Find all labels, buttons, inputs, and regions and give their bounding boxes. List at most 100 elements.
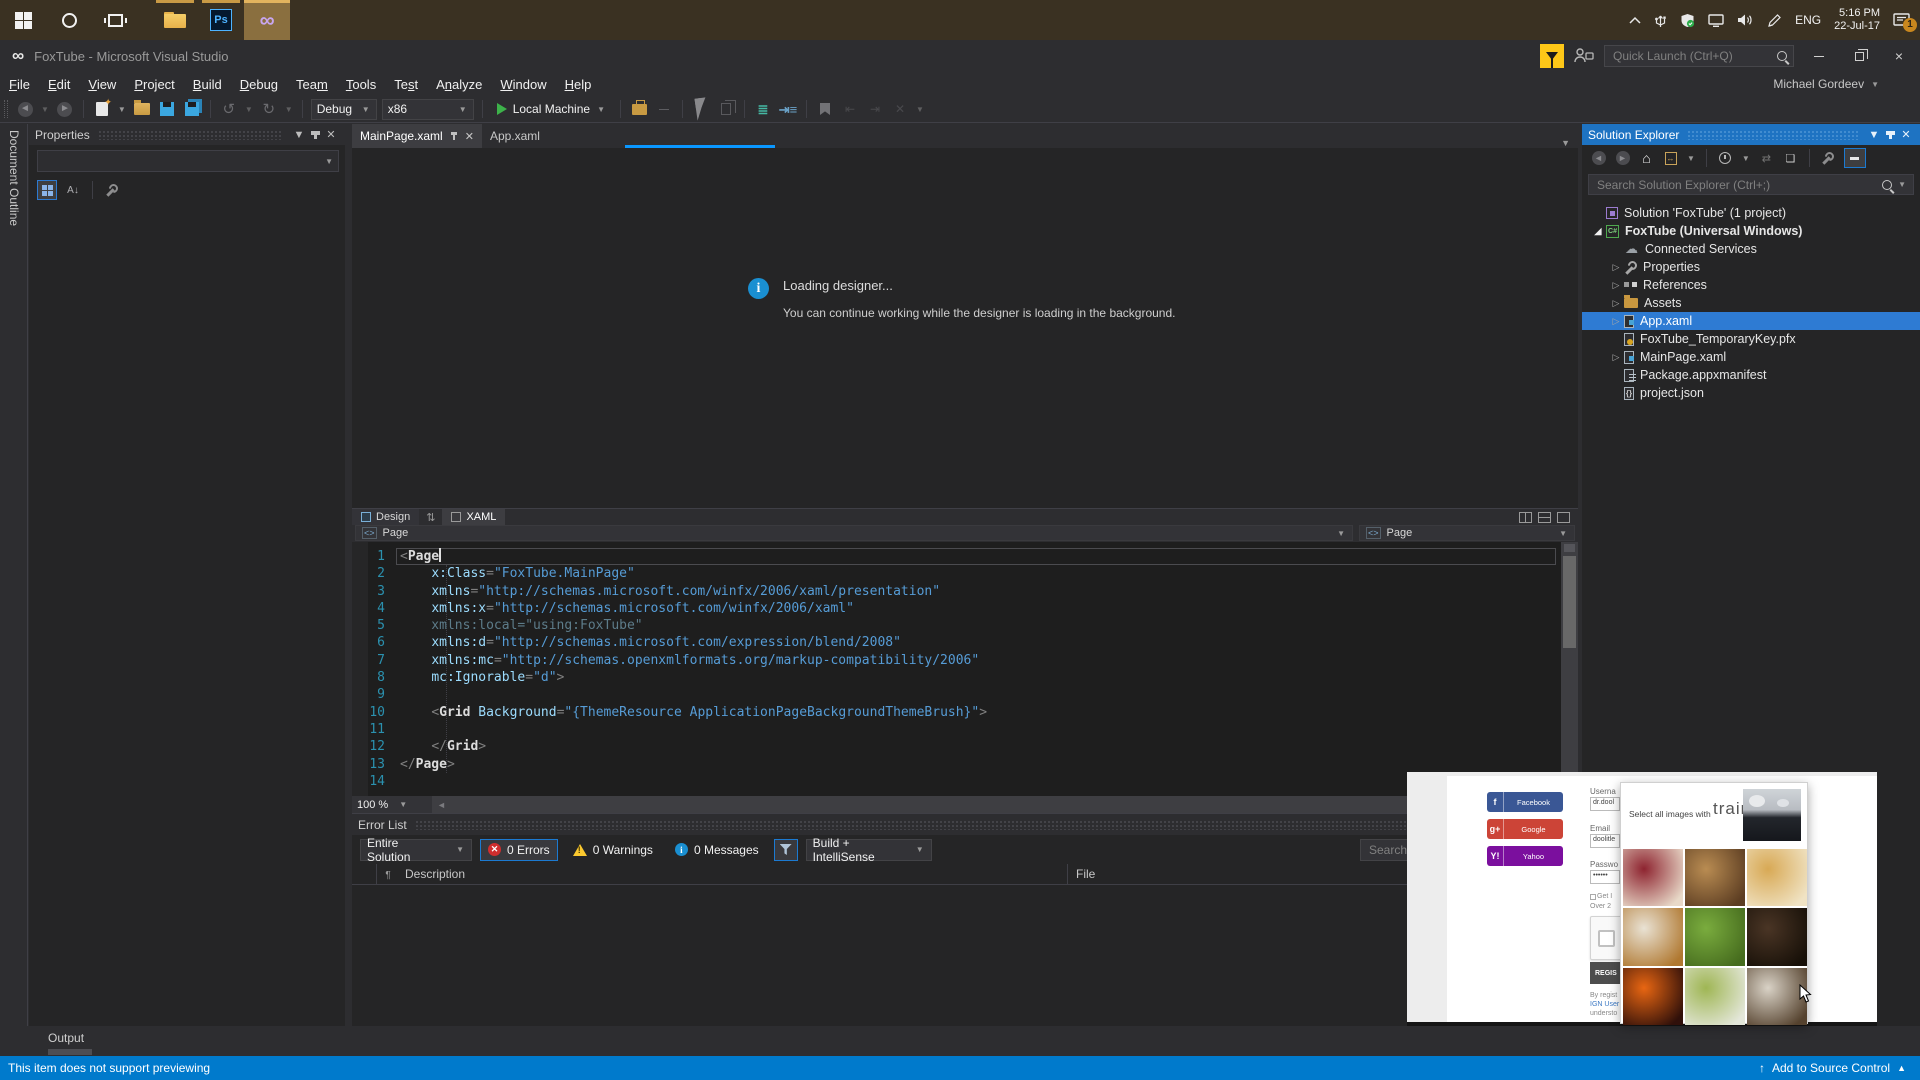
legal-link[interactable]: IGN User [1590, 1001, 1619, 1008]
chevron-down-icon[interactable]: ▼ [117, 105, 127, 114]
feedback-flag-button[interactable] [1540, 44, 1564, 68]
copy-markup-button[interactable] [716, 99, 736, 119]
pin-icon[interactable] [450, 132, 458, 140]
email-field[interactable]: doolitle [1590, 834, 1620, 848]
xaml-code-editor[interactable]: 1 <Page 2 x:Class="FoxTube.MainPage" 3 xmln… [352, 542, 1578, 796]
minimize-button[interactable] [1804, 44, 1834, 68]
default-order-icon[interactable]: ¶ [385, 870, 390, 881]
format-selection-button[interactable]: ⇥≡ [778, 99, 798, 119]
expander-collapsed-icon[interactable]: ▷ [1608, 352, 1624, 363]
close-button[interactable]: × [1884, 44, 1914, 68]
code-line-4[interactable]: 4 xmlns:x="http://schemas.microsoft.com/… [352, 600, 1556, 617]
expander-collapsed-icon[interactable]: ▷ [1608, 280, 1624, 291]
errors-filter-button[interactable]: ✕ 0 Errors [480, 838, 558, 861]
chevron-down-icon[interactable]: ▼ [40, 105, 50, 114]
menu-team[interactable]: Team [287, 74, 337, 95]
tree-item-mainpage-xaml[interactable]: ▷ MainPage.xaml [1582, 348, 1920, 366]
warnings-filter-button[interactable]: 0 Warnings [566, 839, 660, 861]
error-source-dropdown[interactable]: Build + IntelliSense ▼ [805, 836, 932, 864]
toolbox-button[interactable] [629, 99, 649, 119]
menu-project[interactable]: Project [125, 74, 183, 95]
menu-analyze[interactable]: Analyze [427, 74, 491, 95]
tree-item-foxtube-temporarykey-pfx[interactable]: FoxTube_TemporaryKey.pfx [1582, 330, 1920, 348]
volume-icon[interactable] [1737, 13, 1754, 27]
messages-filter-button[interactable]: i 0 Messages [668, 839, 766, 861]
column-file[interactable]: File [1068, 867, 1095, 881]
filter-button[interactable] [773, 838, 798, 861]
close-icon[interactable]: ✕ [323, 127, 339, 143]
zoom-dropdown[interactable]: 100 % ▼ [352, 796, 432, 813]
photoshop-button[interactable]: Ps [198, 0, 244, 40]
error-list-header[interactable]: Error List [352, 814, 1578, 835]
code-line-13[interactable]: 13 </Page> [352, 756, 1556, 773]
pin-icon[interactable] [1882, 127, 1898, 143]
tab-app-xaml[interactable]: App.xaml [482, 124, 548, 148]
breadcrumb-right[interactable]: <> Page ▼ [1359, 525, 1575, 541]
document-list-chevron-icon[interactable]: ▼ [1553, 138, 1578, 148]
captcha-image-glowing-bowl[interactable] [1623, 967, 1683, 1025]
code-line-5[interactable]: 5 xmlns:local="using:FoxTube" [352, 617, 1556, 634]
pen-icon[interactable] [1767, 13, 1782, 28]
solution-platform-dropdown[interactable]: x86 ▼ [381, 98, 474, 120]
code-line-12[interactable]: 12 </Grid> [352, 738, 1556, 755]
toggle-bookmark-button[interactable] [815, 99, 835, 119]
cortana-button[interactable] [46, 0, 92, 40]
code-line-9[interactable]: 9 [352, 686, 1556, 703]
tree-item-references[interactable]: ▷ References [1582, 276, 1920, 294]
menu-tools[interactable]: Tools [337, 74, 385, 95]
newsletter-checkbox-label[interactable]: Get I [1597, 893, 1612, 900]
redo-button[interactable]: ↻ [259, 99, 279, 119]
captcha-image-pancakes[interactable] [1747, 849, 1807, 907]
save-all-button[interactable] [182, 99, 202, 119]
password-field[interactable]: •••••• [1590, 870, 1620, 884]
vertical-split-icon[interactable] [1519, 511, 1532, 523]
visual-studio-taskbar-button[interactable]: ∞ [244, 0, 290, 40]
menu-view[interactable]: View [79, 74, 125, 95]
tray-chevron-icon[interactable] [1629, 16, 1641, 25]
menu-window[interactable]: Window [491, 74, 555, 95]
tab-mainpage-xaml[interactable]: MainPage.xaml ✕ [352, 124, 482, 148]
expander-collapsed-icon[interactable]: ▷ [1608, 316, 1624, 327]
split-grip[interactable] [1564, 544, 1575, 552]
selection-tool-button[interactable] [691, 97, 711, 121]
captcha-image-coffee-cup[interactable] [1747, 967, 1807, 1025]
tree-item-properties[interactable]: ▷ Properties [1582, 258, 1920, 276]
captcha-image-strawberry-cake[interactable] [1623, 849, 1683, 907]
properties-button[interactable] [1820, 150, 1837, 167]
menu-edit[interactable]: Edit [39, 74, 79, 95]
properties-header[interactable]: Properties ▼ ✕ [29, 124, 345, 145]
pending-changes-filter-button[interactable] [1717, 150, 1734, 167]
toolbar-grip[interactable] [4, 100, 8, 118]
chevron-down-icon[interactable]: ▼ [1686, 154, 1696, 163]
quick-launch-box[interactable] [1604, 45, 1794, 67]
undo-button[interactable]: ↺ [219, 99, 239, 119]
chevron-down-icon[interactable]: ▼ [244, 105, 254, 114]
code-line-8[interactable]: 8 mc:Ignorable="d"> [352, 669, 1556, 686]
tree-item-project-json[interactable]: {} project.json [1582, 384, 1920, 402]
chevron-down-icon[interactable]: ▼ [284, 105, 294, 114]
close-icon[interactable]: ✕ [465, 130, 474, 143]
open-file-button[interactable] [132, 99, 152, 119]
title-bar[interactable]: ∞ FoxTube - Microsoft Visual Studio × [0, 40, 1920, 72]
tree-item-assets[interactable]: ▷ Assets [1582, 294, 1920, 312]
captcha-image-salad-plate[interactable] [1685, 967, 1745, 1025]
detach-button[interactable] [654, 99, 674, 119]
solution-configuration-dropdown[interactable]: Debug ▼ [310, 98, 377, 120]
expander-expanded-icon[interactable]: ◢ [1590, 226, 1606, 237]
start-button[interactable] [0, 0, 46, 40]
file-explorer-button[interactable] [152, 0, 198, 40]
clock[interactable]: 5:16 PM 22-Jul-17 [1834, 7, 1880, 33]
column-description[interactable]: Description [399, 867, 1067, 881]
horizontal-split-icon[interactable] [1538, 511, 1551, 523]
format-document-button[interactable]: ≣ [753, 99, 773, 119]
navigate-back-button[interactable]: ◄ [15, 99, 35, 119]
document-outline-tab[interactable]: Document Outline [7, 130, 21, 226]
back-button[interactable]: ◄ [1590, 150, 1607, 167]
navigate-forward-button[interactable]: ► [55, 99, 75, 119]
tree-item-foxtube-universal-windows[interactable]: ◢ C# FoxTube (Universal Windows) [1582, 222, 1920, 240]
clear-bookmarks-button[interactable]: ✕ [890, 99, 910, 119]
pin-icon[interactable] [307, 127, 323, 143]
recaptcha-checkbox[interactable] [1598, 930, 1615, 947]
swap-panes-icon[interactable]: ⇅ [419, 511, 442, 524]
code-line-6[interactable]: 6 xmlns:d="http://schemas.microsoft.com/… [352, 634, 1556, 651]
